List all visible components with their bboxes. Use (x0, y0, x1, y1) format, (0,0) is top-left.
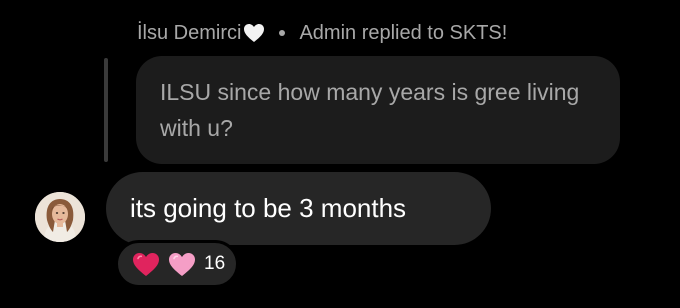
reaction-count: 16 (204, 253, 226, 274)
message-bubble[interactable]: its going to be 3 months (106, 172, 491, 245)
pink-heart-icon (168, 252, 196, 277)
message-text: its going to be 3 months (130, 193, 407, 223)
white-heart-icon (243, 23, 265, 43)
red-heart-icon (132, 252, 160, 277)
quote-bar (104, 58, 108, 162)
reply-context: Admin replied to SKTS! (299, 21, 508, 44)
separator-dot-icon (279, 30, 286, 36)
chat-thread: İlsu Demirci Admin replied to SKTS! ILSU… (0, 0, 680, 308)
quoted-message-bubble[interactable]: ILSU since how many years is gree living… (136, 56, 620, 164)
reply-header: İlsu Demirci Admin replied to SKTS! (137, 18, 507, 48)
reactions-pill[interactable]: 16 (115, 240, 239, 288)
sender-name[interactable]: İlsu Demirci (137, 22, 241, 45)
avatar[interactable] (35, 192, 85, 242)
quoted-message-text: ILSU since how many years is gree living… (160, 79, 580, 141)
